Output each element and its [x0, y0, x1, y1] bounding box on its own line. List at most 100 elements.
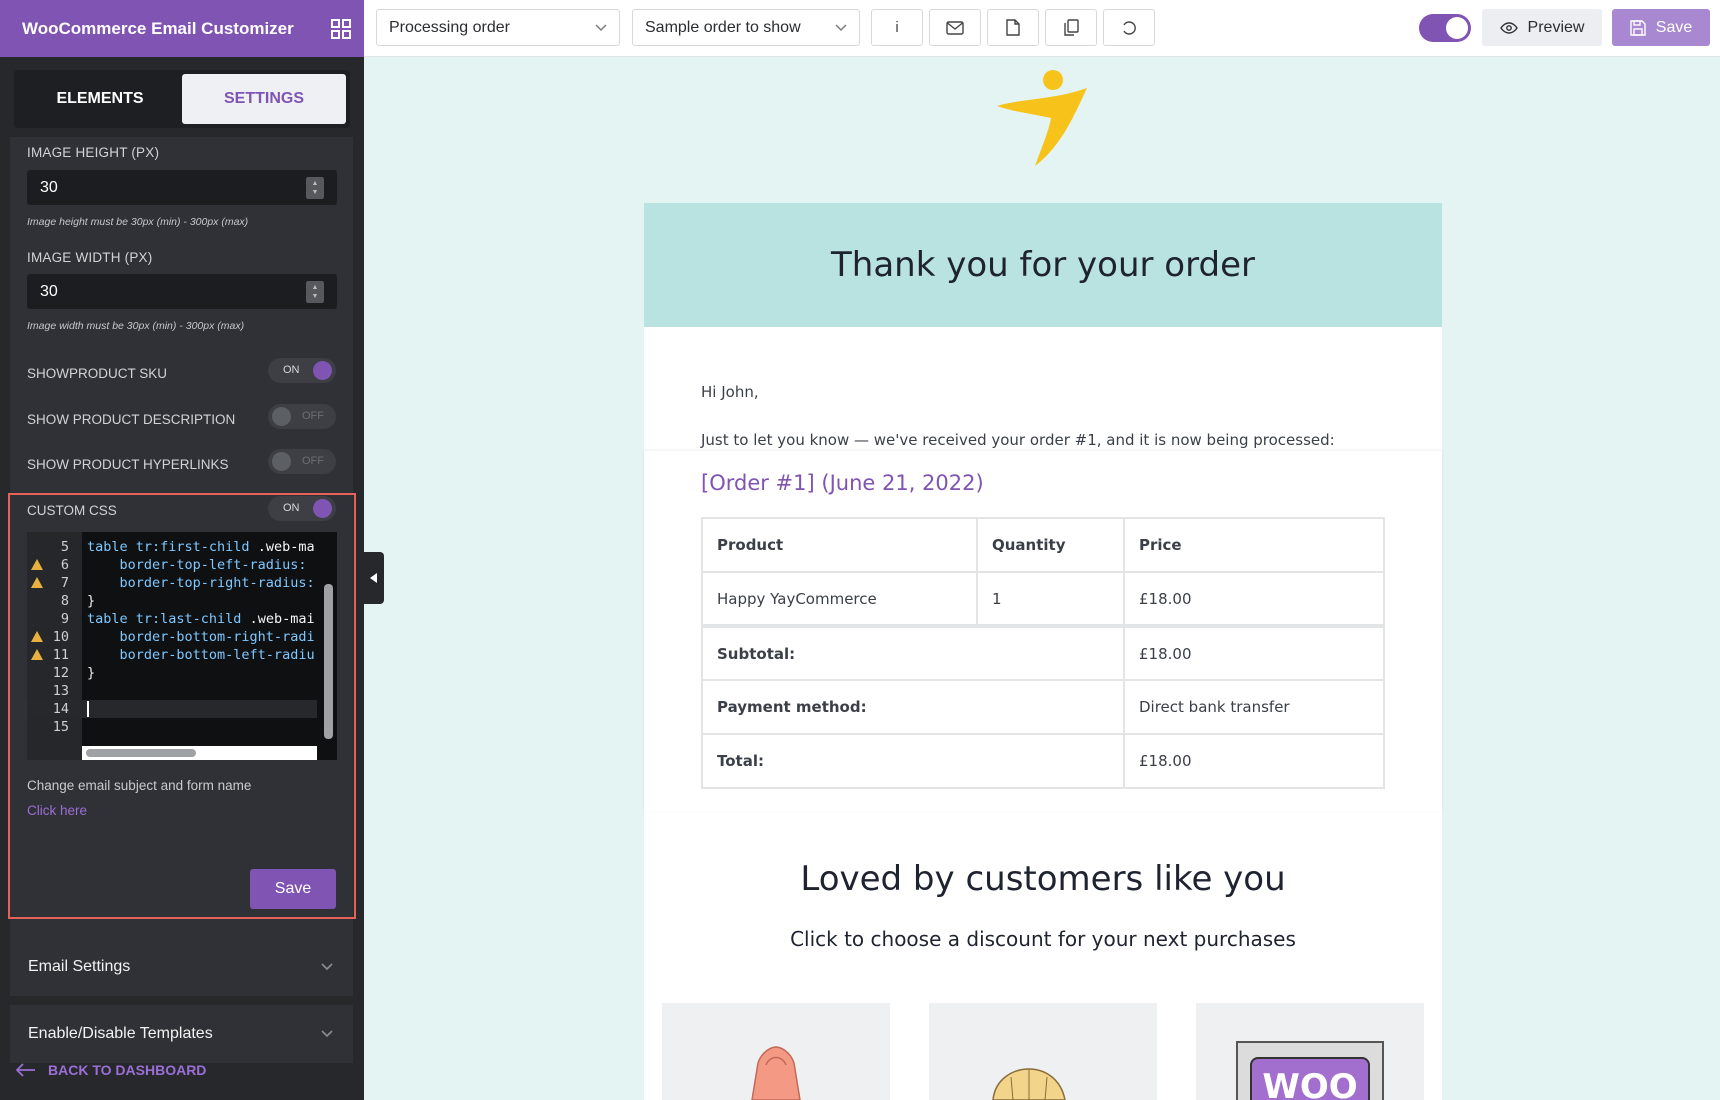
- grid-icon[interactable]: [328, 16, 354, 42]
- code-text: border-top-left-radius:: [87, 557, 307, 573]
- settings-panel: IMAGE HEIGHT (PX) 30 ▲ ▼ Image height mus…: [8, 137, 356, 969]
- sidebar-header: WooCommerce Email Customizer: [0, 0, 364, 57]
- sidebar-tabs: ELEMENTS SETTINGS: [14, 70, 350, 128]
- line-number: 7: [60, 575, 69, 591]
- code-line: 8}: [27, 592, 317, 610]
- payment-label: Payment method:: [701, 679, 1125, 735]
- caret-left-icon: [370, 573, 377, 583]
- refresh-icon: [1123, 20, 1136, 35]
- code-text: border-bottom-left-radiu: [87, 647, 315, 663]
- reset-template-button[interactable]: [1103, 9, 1155, 46]
- image-height-label: IMAGE HEIGHT (PX): [27, 145, 160, 160]
- arrow-left-icon: [16, 1063, 35, 1077]
- collapse-sidebar-handle[interactable]: [364, 552, 384, 604]
- product-card-hoodie[interactable]: [662, 1003, 890, 1100]
- show-hyperlinks-label: SHOW PRODUCT HYPERLINKS: [27, 457, 229, 472]
- image-width-input[interactable]: 30 ▲ ▼: [27, 274, 337, 309]
- vertical-scrollbar[interactable]: [324, 584, 333, 739]
- toggle-state: OFF: [302, 410, 324, 422]
- toggle-state: OFF: [302, 455, 324, 467]
- line-number: 13: [52, 683, 69, 699]
- copy-template-button[interactable]: [1045, 9, 1097, 46]
- template-file-button[interactable]: [987, 9, 1039, 46]
- sample-order-value: Sample order to show: [645, 18, 801, 36]
- info-button[interactable]: i: [871, 9, 923, 46]
- email-preview: Thank you for your order Hi John, Just t…: [644, 203, 1442, 1100]
- cap-illustration: [992, 1068, 1066, 1100]
- order-table: Product Quantity Price Happy YayCommerce…: [701, 517, 1385, 789]
- code-text: }: [87, 665, 96, 681]
- templates-accordion[interactable]: Enable/Disable Templates: [10, 1005, 353, 1063]
- total-label: Total:: [701, 733, 1125, 789]
- table-header-row: Product Quantity Price: [701, 517, 1385, 573]
- order-details-block[interactable]: [Order #1] (June 21, 2022) Product Quant…: [644, 451, 1442, 811]
- info-icon: i: [895, 19, 899, 36]
- code-line: 12}: [27, 664, 317, 682]
- back-to-dashboard-link[interactable]: BACK TO DASHBOARD: [16, 1062, 206, 1078]
- table-row: Payment method: Direct bank transfer: [701, 679, 1385, 735]
- col-product: Product: [701, 517, 978, 573]
- eye-icon: [1499, 21, 1518, 34]
- email-heading: Thank you for your order: [831, 245, 1255, 285]
- line-number: 14: [52, 701, 69, 717]
- show-description-toggle[interactable]: OFF: [268, 404, 336, 429]
- code-line: 5 table tr:first-child .web-ma: [27, 538, 317, 556]
- template-active-toggle[interactable]: [1419, 14, 1471, 42]
- click-here-link[interactable]: Click here: [27, 803, 87, 818]
- line-number: 8: [60, 593, 69, 609]
- product-card-poster[interactable]: WOO: [1196, 1003, 1424, 1100]
- code-line: 9 table tr:last-child .web-mai: [27, 610, 317, 628]
- poster-frame: WOO: [1236, 1041, 1384, 1100]
- tab-elements[interactable]: ELEMENTS: [18, 74, 182, 124]
- table-row: Subtotal: £18.00: [701, 624, 1385, 681]
- top-toolbar: Processing order Sample order to show i …: [364, 0, 1720, 57]
- line-number: 6: [60, 557, 69, 573]
- code-text: table tr:last-child .web-mai: [87, 611, 315, 627]
- show-hyperlinks-toggle[interactable]: OFF: [268, 449, 336, 474]
- template-select[interactable]: Processing order: [376, 9, 620, 46]
- sidebar: WooCommerce Email Customizer ELEMENTS SE…: [0, 0, 364, 1100]
- col-price: Price: [1123, 517, 1385, 573]
- send-test-email-button[interactable]: [929, 9, 981, 46]
- save-button[interactable]: Save: [1612, 9, 1710, 46]
- loved-subtitle: Click to choose a discount for your next…: [790, 927, 1296, 951]
- preview-button[interactable]: Preview: [1482, 9, 1602, 46]
- horizontal-scrollbar[interactable]: [86, 749, 196, 757]
- toggle-state: ON: [283, 364, 300, 376]
- loved-title: Loved by customers like you: [800, 859, 1286, 899]
- spinner-icon[interactable]: ▲ ▼: [306, 176, 324, 199]
- css-code-editor[interactable]: 5 table tr:first-child .web-ma 6 border-to…: [27, 532, 337, 760]
- hoodie-illustration: [751, 1046, 801, 1100]
- show-description-label: SHOW PRODUCT DESCRIPTION: [27, 412, 236, 427]
- tab-settings[interactable]: SETTINGS: [182, 74, 346, 124]
- line-number: 12: [52, 665, 69, 681]
- email-header-band[interactable]: Thank you for your order: [644, 203, 1442, 327]
- code-text: border-bottom-right-radi: [87, 629, 315, 645]
- toggle-state: ON: [283, 502, 300, 514]
- spinner-icon[interactable]: ▲ ▼: [306, 280, 324, 303]
- code-line: 6 border-top-left-radius:: [27, 556, 317, 574]
- email-settings-accordion[interactable]: Email Settings: [10, 938, 353, 996]
- horizontal-scroll-track: [82, 746, 317, 760]
- custom-css-toggle[interactable]: ON: [268, 496, 336, 521]
- settings-save-button[interactable]: Save: [250, 869, 336, 909]
- image-height-hint: Image height must be 30px (min) - 300px …: [27, 216, 249, 228]
- template-select-value: Processing order: [389, 18, 510, 36]
- line-number: 11: [52, 647, 69, 663]
- email-intro: Just to let you know — we've received yo…: [701, 431, 1335, 449]
- col-quantity: Quantity: [976, 517, 1125, 573]
- product-card-cap[interactable]: [929, 1003, 1157, 1100]
- item-price: £18.00: [1123, 571, 1385, 627]
- brand-logo: [995, 68, 1089, 173]
- templates-label: Enable/Disable Templates: [28, 1025, 213, 1042]
- warning-icon: [31, 577, 43, 588]
- show-sku-toggle[interactable]: ON: [268, 358, 336, 383]
- table-row: Happy YayCommerce 1 £18.00: [701, 571, 1385, 627]
- line-number: 9: [60, 611, 69, 627]
- warning-icon: [31, 631, 43, 642]
- app-title: WooCommerce Email Customizer: [22, 18, 294, 38]
- image-height-input[interactable]: 30 ▲ ▼: [27, 170, 337, 205]
- code-text: }: [87, 593, 96, 609]
- sample-order-select[interactable]: Sample order to show: [632, 9, 860, 46]
- floppy-disk-icon: [1630, 19, 1646, 36]
